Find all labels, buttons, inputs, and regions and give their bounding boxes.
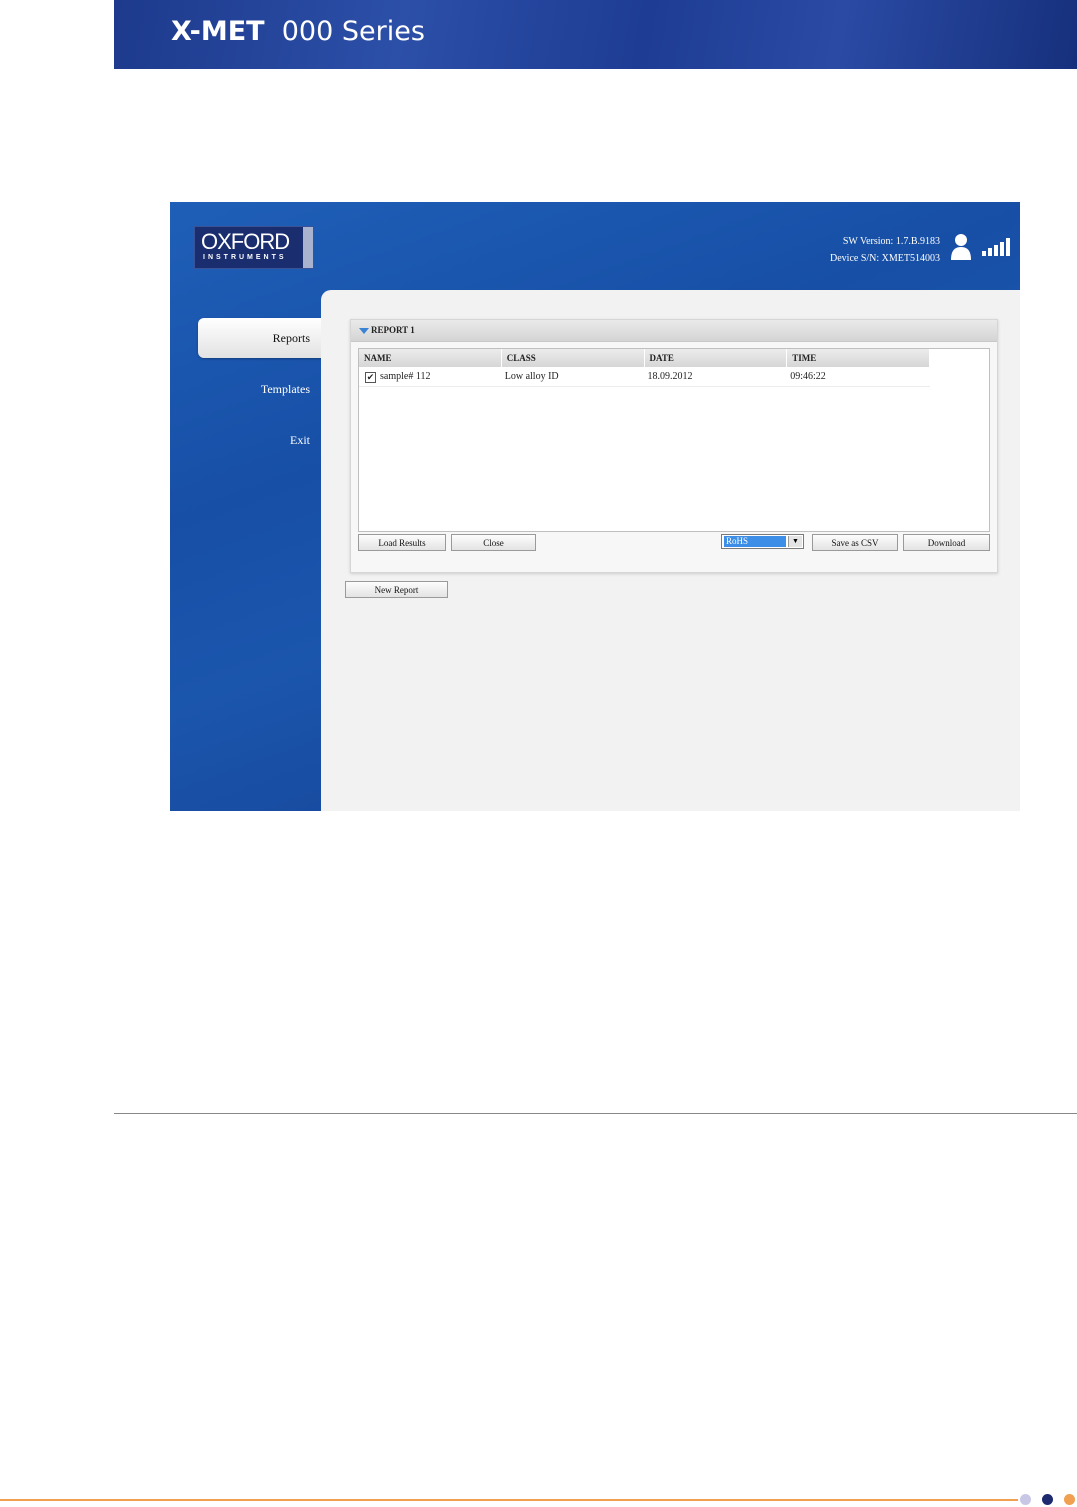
report-header[interactable]: REPORT 1 — [351, 320, 997, 342]
horizontal-rule — [114, 1113, 1077, 1114]
dropdown-arrow-icon[interactable]: ▼ — [788, 536, 802, 547]
new-report-button[interactable]: New Report — [345, 581, 448, 598]
footer-line — [0, 1499, 1018, 1501]
footer-dot-light — [1020, 1494, 1031, 1505]
device-serial: Device S/N: XMET514003 — [830, 253, 940, 264]
document-title: X-MET 000 Series — [171, 16, 425, 47]
format-select[interactable]: RoHS ▼ — [721, 534, 804, 549]
results-table: NAME CLASS DATE TIME ✔ sample# 112 Low al… — [358, 348, 990, 532]
report-title: REPORT 1 — [371, 325, 415, 335]
cell-name-text: sample# 112 — [380, 371, 431, 382]
cell-time: 09:46:22 — [790, 371, 826, 382]
close-button[interactable]: Close — [451, 534, 536, 551]
cell-name: ✔ sample# 112 — [359, 368, 502, 386]
checkbox-checked-icon[interactable]: ✔ — [365, 372, 376, 383]
report-panel: REPORT 1 NAME CLASS DATE TIME ✔ sample# 1… — [350, 319, 998, 573]
load-results-button[interactable]: Load Results — [358, 534, 446, 551]
sidebar-item-exit[interactable]: Exit — [170, 420, 322, 460]
column-header-name[interactable]: NAME — [359, 349, 502, 367]
cell-class: Low alloy ID — [504, 371, 559, 382]
main-content: REPORT 1 NAME CLASS DATE TIME ✔ sample# 1… — [321, 290, 1020, 811]
logo-side-bar — [303, 227, 313, 268]
document-header-banner: X-MET 000 Series — [114, 0, 1077, 69]
sw-version: SW Version: 1.7.B.9183 — [842, 236, 940, 247]
save-as-csv-button[interactable]: Save as CSV — [812, 534, 898, 551]
system-info: SW Version: 1.7.B.9183 Device S/N: XMET5… — [830, 233, 940, 267]
footer-dot-orange — [1064, 1494, 1075, 1505]
signal-icon — [982, 238, 1010, 256]
cell-date: 18.09.2012 — [647, 371, 693, 382]
table-header: NAME CLASS DATE TIME — [359, 349, 930, 367]
column-header-date[interactable]: DATE — [645, 349, 788, 367]
footer-dot-dark — [1042, 1494, 1053, 1505]
user-icon[interactable] — [950, 233, 972, 261]
logo-sub-text: INSTRUMENTS — [203, 254, 287, 261]
oxford-instruments-logo: OXFORD INSTRUMENTS — [194, 226, 314, 269]
app-window: OXFORD INSTRUMENTS SW Version: 1.7.B.918… — [170, 202, 1020, 811]
sidebar-item-templates[interactable]: Templates — [170, 369, 322, 409]
logo-brand-text: OXFORD — [201, 229, 290, 254]
sidebar-item-reports[interactable]: Reports — [198, 318, 322, 358]
document-title-bold: X-MET — [171, 16, 265, 47]
column-header-class[interactable]: CLASS — [502, 349, 645, 367]
collapse-triangle-icon[interactable] — [359, 328, 369, 334]
table-row[interactable]: ✔ sample# 112 Low alloy ID 18.09.2012 09:… — [359, 368, 930, 387]
sidebar-nav: Reports Templates Exit — [170, 318, 322, 471]
column-header-time[interactable]: TIME — [787, 349, 930, 367]
format-select-value: RoHS — [724, 536, 786, 547]
document-title-rest: 000 Series — [281, 16, 425, 47]
download-button[interactable]: Download — [903, 534, 990, 551]
